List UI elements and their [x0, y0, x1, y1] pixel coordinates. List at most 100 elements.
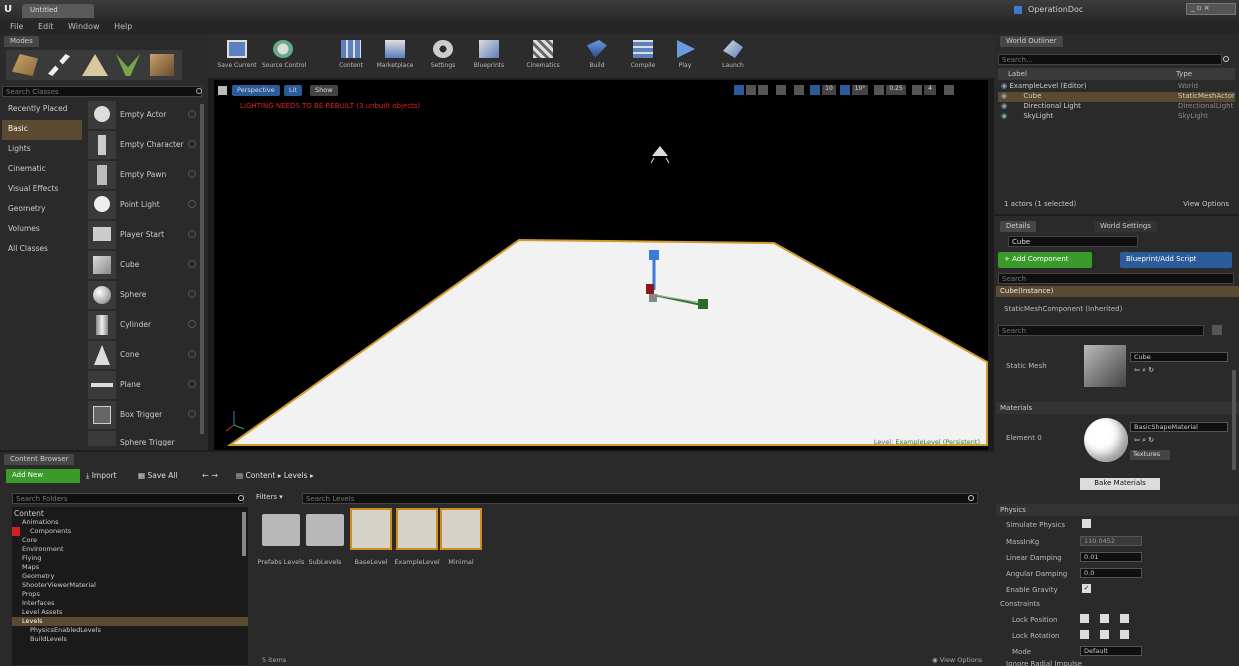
cinematics-button[interactable]: Cinematics: [522, 38, 564, 74]
filters-button[interactable]: Filters ▾: [256, 493, 283, 501]
play-button[interactable]: Play: [664, 38, 706, 74]
lock-rotation-xyz-checkboxes[interactable]: [1080, 630, 1136, 639]
use-asset-icon[interactable]: ⇦ ⌕ ↻: [1134, 366, 1154, 375]
tree-components[interactable]: Components: [12, 527, 248, 536]
place-mode-icon[interactable]: [12, 54, 38, 76]
bake-materials-button[interactable]: Bake Materials: [1080, 478, 1160, 490]
outliner-search-input[interactable]: Search...: [998, 54, 1222, 65]
search-assets-input[interactable]: Search Levels: [302, 493, 978, 504]
window-tab[interactable]: Untitled: [22, 4, 94, 18]
place-item-sphere[interactable]: Sphere: [86, 280, 204, 310]
outliner-row-directional-light[interactable]: ◉ Directional Light DirectionalLight: [998, 102, 1235, 112]
component-root[interactable]: Cube(Instance): [996, 286, 1239, 297]
place-item-cube[interactable]: Cube: [86, 250, 204, 280]
tree-maps[interactable]: Maps: [12, 563, 248, 572]
place-item-player-start[interactable]: Player Start: [86, 220, 204, 250]
world-settings-tab[interactable]: World Settings: [1094, 221, 1157, 232]
blueprints-button[interactable]: Blueprints: [468, 38, 510, 74]
category-geometry[interactable]: Geometry: [2, 200, 82, 220]
window-controls[interactable]: _ ▫ ×: [1186, 3, 1236, 15]
column-type[interactable]: Type: [1176, 70, 1192, 78]
tree-flying[interactable]: Flying: [12, 554, 248, 563]
breadcrumb-levels[interactable]: Levels: [284, 471, 308, 480]
mass-input[interactable]: 110.0452: [1080, 536, 1142, 546]
folder-icon[interactable]: [262, 514, 300, 546]
category-visual-effects[interactable]: Visual Effects: [2, 180, 82, 200]
component-child[interactable]: StaticMeshComponent (Inherited): [1004, 305, 1122, 313]
details-scrollbar[interactable]: [1232, 370, 1236, 470]
outliner-row-cube[interactable]: ◉ Cube StaticMeshActor: [998, 92, 1235, 102]
add-component-button[interactable]: + Add Component: [998, 252, 1092, 268]
compile-button[interactable]: Compile: [622, 38, 664, 74]
place-item-sphere-trigger[interactable]: Sphere Trigger: [86, 430, 204, 446]
history-nav[interactable]: ← →: [202, 471, 218, 480]
textures-button[interactable]: Textures: [1130, 450, 1170, 460]
tree-level-assets[interactable]: Level Assets: [12, 608, 248, 617]
modes-tab[interactable]: Modes: [4, 36, 39, 47]
place-item-empty-character[interactable]: Empty Character: [86, 130, 204, 160]
lock-position-xyz-checkboxes[interactable]: [1080, 614, 1136, 623]
foliage-mode-icon[interactable]: [116, 54, 140, 76]
info-icon[interactable]: [188, 230, 196, 238]
settings-button[interactable]: Settings: [422, 38, 464, 74]
info-icon[interactable]: [188, 260, 196, 268]
static-mesh-thumbnail[interactable]: [1084, 345, 1126, 387]
simulate-physics-checkbox[interactable]: [1082, 519, 1091, 528]
info-icon[interactable]: [188, 320, 196, 328]
physics-section[interactable]: Physics: [996, 504, 1239, 516]
info-icon[interactable]: [188, 170, 196, 178]
add-new-button[interactable]: Add New: [6, 469, 80, 483]
level-asset-icon[interactable]: [396, 508, 438, 550]
landscape-mode-icon[interactable]: [82, 54, 108, 76]
info-icon[interactable]: [188, 140, 196, 148]
menu-help[interactable]: Help: [114, 22, 132, 31]
search-folders-input[interactable]: Search Folders: [12, 493, 244, 504]
info-icon[interactable]: [188, 200, 196, 208]
info-icon[interactable]: [188, 350, 196, 358]
static-mesh-select[interactable]: Cube: [1130, 352, 1228, 362]
tree-core[interactable]: Core: [12, 536, 248, 545]
content-browser-tab[interactable]: Content Browser: [4, 454, 75, 465]
tree-props[interactable]: Props: [12, 590, 248, 599]
linear-damping-input[interactable]: 0.01: [1080, 552, 1142, 562]
outliner-row-world[interactable]: ◉ ExampleLevel (Editor) World: [998, 82, 1235, 92]
menu-window[interactable]: Window: [68, 22, 100, 31]
place-item-point-light[interactable]: Point Light: [86, 190, 204, 220]
tree-content[interactable]: Content: [12, 509, 248, 518]
category-recently-placed[interactable]: Recently Placed: [2, 100, 82, 120]
menu-file[interactable]: File: [10, 22, 23, 31]
place-item-cone[interactable]: Cone: [86, 340, 204, 370]
level-asset-icon[interactable]: [350, 508, 392, 550]
details-tab[interactable]: Details: [1000, 221, 1037, 232]
category-cinematic[interactable]: Cinematic: [2, 160, 82, 180]
blueprint-script-button[interactable]: Blueprint/Add Script: [1120, 252, 1232, 268]
tree-environment[interactable]: Environment: [12, 545, 248, 554]
place-item-plane[interactable]: Plane: [86, 370, 204, 400]
place-item-cylinder[interactable]: Cylinder: [86, 310, 204, 340]
material-select[interactable]: BasicShapeMaterial: [1130, 422, 1228, 432]
info-icon[interactable]: [188, 290, 196, 298]
enable-gravity-checkbox[interactable]: ✓: [1082, 584, 1091, 593]
place-item-empty-actor[interactable]: Empty Actor: [86, 100, 204, 130]
info-icon[interactable]: [188, 380, 196, 388]
material-actions-icon[interactable]: ⇦ ⌕ ↻: [1134, 436, 1154, 445]
tree-build-levels[interactable]: BuildLevels: [12, 635, 248, 644]
category-all-classes[interactable]: All Classes: [2, 240, 82, 260]
paint-mode-icon[interactable]: [48, 54, 70, 76]
tree-levels[interactable]: Levels: [12, 617, 248, 626]
material-thumbnail[interactable]: [1084, 418, 1128, 462]
content-button[interactable]: Content: [330, 38, 372, 74]
mode-select[interactable]: Default: [1080, 646, 1142, 656]
menu-edit[interactable]: Edit: [38, 22, 54, 31]
save-all-button[interactable]: ▦ Save All: [138, 471, 178, 480]
category-lights[interactable]: Lights: [2, 140, 82, 160]
source-control-button[interactable]: Source Control: [262, 38, 306, 74]
geometry-mode-icon[interactable]: [150, 54, 174, 76]
tree-interfaces[interactable]: Interfaces: [12, 599, 248, 608]
constraints-section[interactable]: Constraints: [1000, 600, 1040, 608]
tree-animations[interactable]: Animations: [12, 518, 248, 527]
breadcrumb-content[interactable]: Content: [245, 471, 275, 480]
folder-icon[interactable]: [306, 514, 344, 546]
folder-tree-scrollbar[interactable]: [242, 512, 246, 556]
content-view-options[interactable]: ◉ View Options: [932, 656, 982, 664]
